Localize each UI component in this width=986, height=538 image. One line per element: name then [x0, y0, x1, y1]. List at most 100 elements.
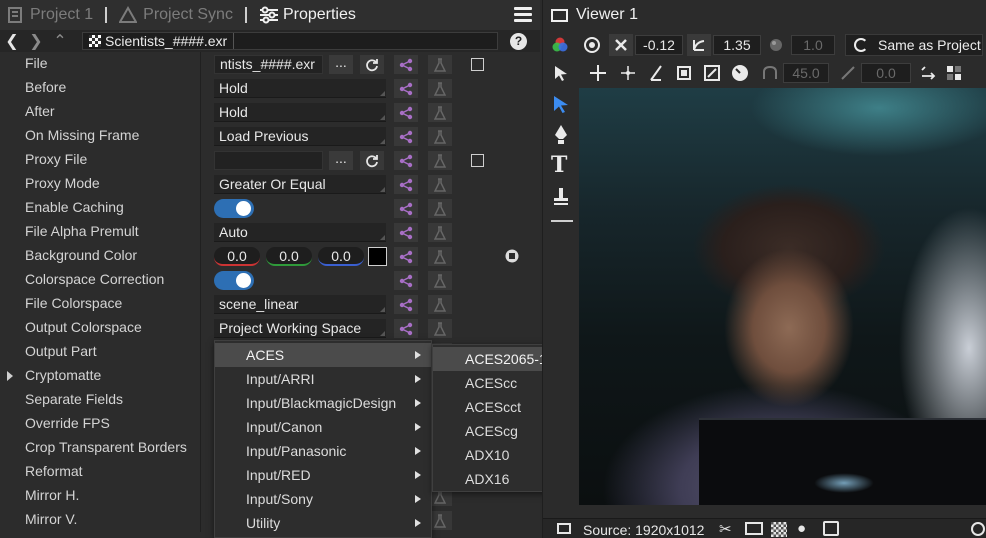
menu-icon[interactable] — [514, 4, 532, 24]
skew-angle-icon[interactable] — [837, 62, 859, 84]
viewer-colorspace-button[interactable]: Same as Project — [845, 34, 983, 56]
file-alpha-premult-dropdown[interactable]: Auto — [214, 223, 386, 242]
viewer-image[interactable] — [579, 88, 986, 505]
reload-icon[interactable] — [360, 151, 384, 170]
skew-field[interactable]: 0.0 — [861, 63, 911, 83]
flask-icon[interactable] — [428, 127, 452, 146]
back-icon[interactable]: ❮ — [0, 30, 24, 52]
menu-item-aces[interactable]: ACES — [215, 343, 431, 367]
viewer-title[interactable]: Viewer 1 — [551, 4, 638, 26]
proxy-mode-dropdown[interactable]: Greater Or Equal — [214, 175, 386, 194]
scale-icon[interactable] — [701, 62, 723, 84]
link-icon[interactable] — [394, 127, 418, 146]
saturation-field[interactable]: 1.0 — [791, 35, 835, 55]
menu-item-input-panasonic[interactable]: Input/Panasonic — [215, 439, 431, 463]
tab-properties[interactable]: Properties — [253, 0, 362, 30]
gamma-icon[interactable] — [687, 34, 711, 56]
flask-icon[interactable] — [428, 247, 452, 266]
skew-icon[interactable] — [645, 62, 667, 84]
node-name-field[interactable]: Scientists_####.exr — [82, 32, 498, 50]
flask-icon[interactable] — [428, 55, 452, 74]
on-missing-frame-dropdown[interactable]: Load Previous — [214, 127, 386, 146]
background-color-swatch[interactable] — [368, 247, 387, 266]
lightbulb-icon[interactable]: ● — [797, 520, 806, 537]
move-icon[interactable] — [587, 62, 609, 84]
browse-button[interactable]: ... — [329, 55, 353, 74]
aperture-icon[interactable] — [581, 34, 603, 56]
overlay-icon[interactable] — [823, 521, 839, 536]
reload-icon[interactable] — [360, 55, 384, 74]
proxy-file-input[interactable] — [214, 151, 323, 170]
pen-icon[interactable] — [552, 124, 570, 149]
exposure-reset-icon[interactable] — [609, 34, 633, 56]
flask-icon[interactable] — [428, 295, 452, 314]
enable-caching-toggle[interactable] — [214, 199, 254, 218]
file-input[interactable]: ntists_####.exr — [214, 55, 323, 74]
link-icon[interactable] — [394, 199, 418, 218]
up-icon[interactable]: ⌃ — [48, 30, 72, 52]
flask-icon[interactable] — [428, 175, 452, 194]
menu-item-input-arri[interactable]: Input/ARRI — [215, 367, 431, 391]
menu-item-utility[interactable]: Utility — [215, 511, 431, 535]
menu-item-input-blackmagicdesign[interactable]: Input/BlackmagicDesign — [215, 391, 431, 415]
flask-icon[interactable] — [428, 199, 452, 218]
file-checkbox[interactable] — [471, 58, 484, 71]
grid-icon[interactable] — [943, 62, 965, 84]
link-icon[interactable] — [394, 271, 418, 290]
background-color-channel[interactable]: 0.0 — [318, 247, 364, 266]
gamma-field[interactable]: 1.35 — [713, 35, 761, 55]
color-picker-icon[interactable] — [505, 249, 519, 266]
background-color-channel[interactable]: 0.0 — [214, 247, 260, 266]
flask-icon[interactable] — [428, 223, 452, 242]
before-dropdown[interactable]: Hold — [214, 79, 386, 98]
text-tool-icon[interactable]: T — [551, 152, 567, 178]
anchor-icon[interactable] — [617, 62, 639, 84]
link-icon[interactable] — [394, 295, 418, 314]
menu-item-input-red[interactable]: Input/RED — [215, 463, 431, 487]
flask-icon[interactable] — [428, 103, 452, 122]
link-icon[interactable] — [394, 103, 418, 122]
tab-project-1[interactable]: Project 1 — [0, 0, 99, 30]
selection-arrow-icon[interactable] — [551, 94, 571, 117]
link-icon[interactable] — [394, 223, 418, 242]
help-icon[interactable]: ? — [510, 33, 527, 50]
property-label: File — [25, 55, 48, 71]
after-dropdown[interactable]: Hold — [214, 103, 386, 122]
saturation-icon[interactable] — [765, 34, 787, 56]
flask-icon[interactable] — [428, 79, 452, 98]
output-colorspace-dropdown[interactable]: Project Working Space — [214, 319, 386, 338]
settings-circle-icon[interactable] — [971, 522, 985, 536]
fit-width-icon[interactable] — [745, 522, 763, 535]
exposure-field[interactable]: -0.12 — [635, 35, 683, 55]
rotation-angle-icon[interactable] — [759, 62, 781, 84]
rotate-icon[interactable] — [729, 62, 751, 84]
menu-item-input-sony[interactable]: Input/Sony — [215, 487, 431, 511]
link-icon[interactable] — [394, 55, 418, 74]
colorspace-correction-toggle[interactable] — [214, 271, 254, 290]
file-colorspace-dropdown[interactable]: scene_linear — [214, 295, 386, 314]
expand-arrow-icon[interactable] — [7, 371, 13, 381]
link-icon[interactable] — [394, 247, 418, 266]
transform-box-icon[interactable] — [673, 62, 695, 84]
frame-icon[interactable] — [557, 523, 571, 534]
proxy-file-checkbox[interactable] — [471, 154, 484, 167]
scissors-icon[interactable]: ✂ — [719, 520, 732, 538]
flip-icon[interactable] — [917, 62, 939, 84]
link-icon[interactable] — [394, 79, 418, 98]
checkerboard-icon[interactable] — [771, 522, 787, 537]
flask-icon[interactable] — [428, 151, 452, 170]
link-icon[interactable] — [394, 175, 418, 194]
flask-icon[interactable] — [428, 271, 452, 290]
select-arrow-icon[interactable] — [549, 62, 573, 84]
menu-item-input-canon[interactable]: Input/Canon — [215, 415, 431, 439]
link-icon[interactable] — [394, 151, 418, 170]
browse-button[interactable]: ... — [329, 151, 353, 170]
rotation-field[interactable]: 45.0 — [783, 63, 829, 83]
forward-icon[interactable]: ❯ — [24, 30, 48, 52]
color-channels-icon[interactable] — [549, 34, 571, 56]
stamp-icon[interactable] — [552, 186, 570, 209]
link-icon[interactable] — [394, 319, 418, 338]
background-color-channel[interactable]: 0.0 — [266, 247, 312, 266]
flask-icon[interactable] — [428, 319, 452, 338]
tab-project-sync[interactable]: Project Sync — [113, 0, 239, 30]
